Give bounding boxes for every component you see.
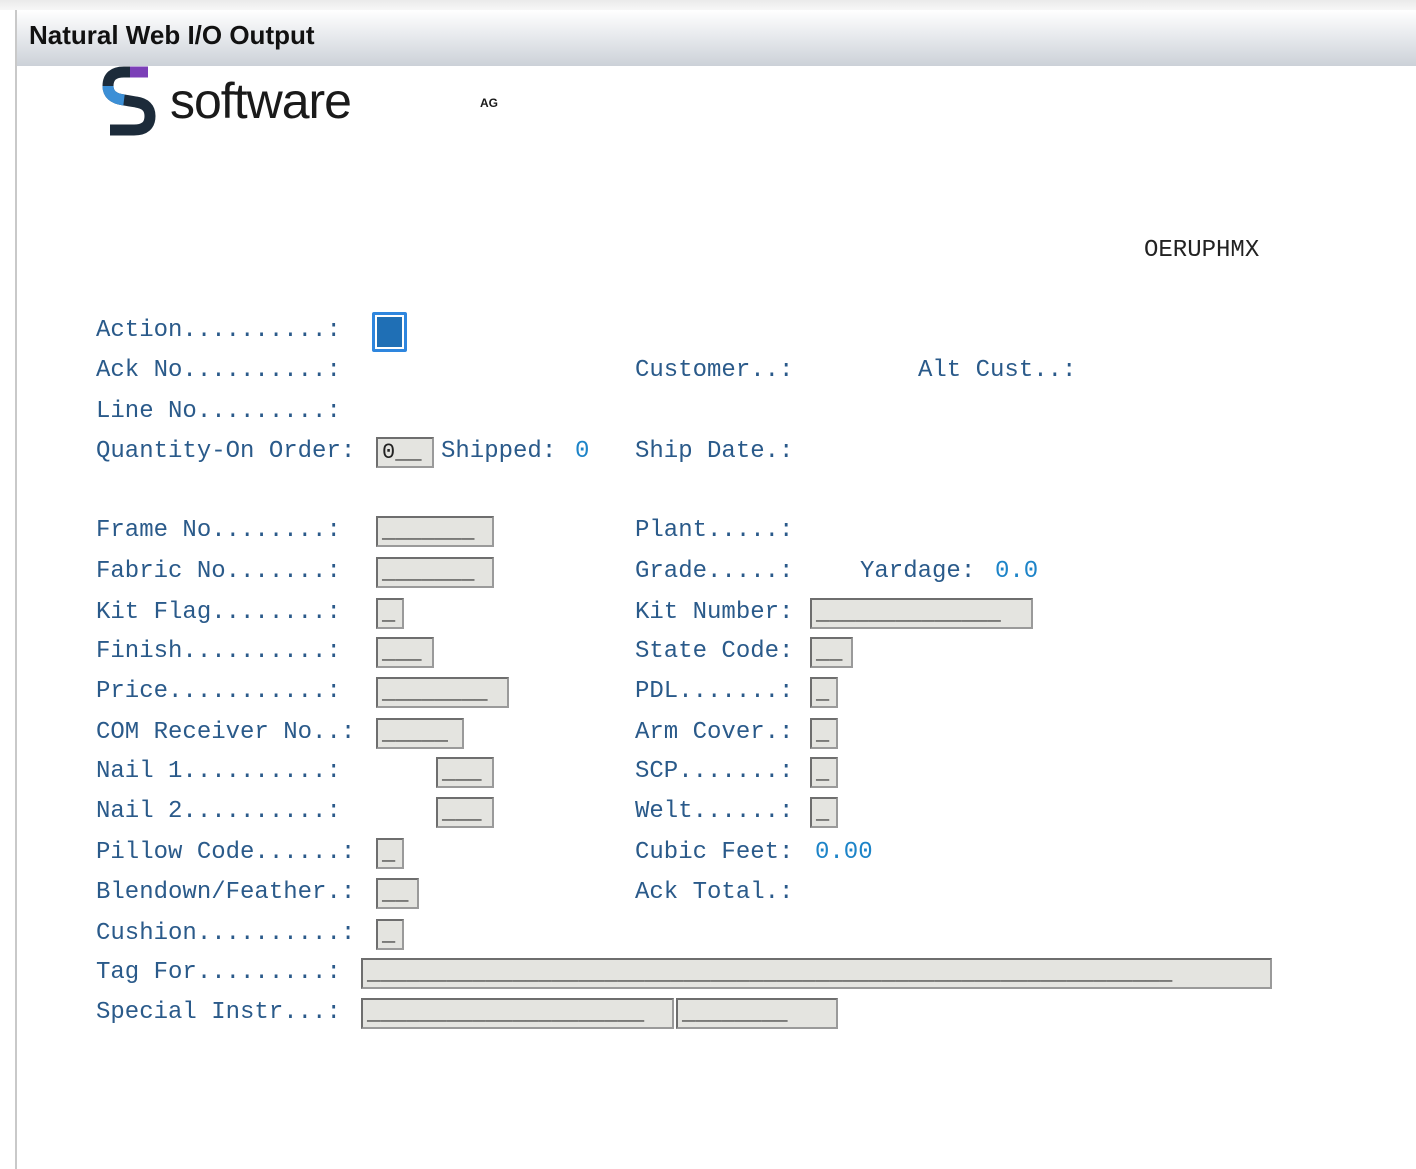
cursor-block (377, 317, 402, 347)
com-receiver-input[interactable]: _____ (376, 718, 464, 749)
price-label: Price...........: (96, 678, 341, 705)
logo-wordmark: software (170, 73, 352, 129)
shipped-label: Shipped: (441, 438, 557, 465)
nail1-label: Nail 1..........: (96, 758, 341, 785)
qty-on-order-label: Quantity-On Order: (96, 438, 356, 465)
finish-label: Finish..........: (96, 638, 341, 665)
pdl-input[interactable]: _ (810, 677, 838, 708)
kit-flag-label: Kit Flag........: (96, 599, 341, 626)
window-title: Natural Web I/O Output (29, 20, 315, 50)
arm-cover-input[interactable]: _ (810, 718, 838, 749)
cubic-feet-value: 0.00 (815, 839, 873, 866)
blendown-input[interactable]: __ (376, 878, 419, 909)
welt-label: Welt......: (635, 798, 794, 825)
logo-ag-suffix: AG (480, 96, 498, 110)
fabric-no-input[interactable]: _______ (376, 557, 494, 588)
scp-input[interactable]: _ (810, 757, 838, 788)
yardage-label: Yardage: (860, 558, 976, 585)
shipped-value: 0 (575, 438, 590, 465)
top-strip (0, 0, 1416, 10)
alt-cust-label: Alt Cust..: (918, 357, 1077, 384)
yardage-value: 0.0 (995, 558, 1039, 585)
ack-no-label: Ack No..........: (96, 357, 341, 384)
state-code-input[interactable]: __ (810, 637, 853, 668)
title-bar: Natural Web I/O Output (17, 10, 1416, 66)
blendown-label: Blendown/Feather.: (96, 879, 356, 906)
ship-date-label: Ship Date.: (635, 438, 794, 465)
plant-label: Plant.....: (635, 517, 794, 544)
finish-input[interactable]: ___ (376, 637, 434, 668)
scp-label: SCP.......: (635, 758, 794, 785)
frame-no-label: Frame No........: (96, 517, 341, 544)
action-input[interactable] (372, 312, 407, 352)
com-receiver-label: COM Receiver No..: (96, 719, 356, 746)
nail2-label: Nail 2..........: (96, 798, 341, 825)
welt-input[interactable]: _ (810, 797, 838, 828)
software-s-icon (102, 66, 156, 136)
qty-on-order-input[interactable]: 0__ (376, 437, 434, 468)
price-input[interactable]: ________ (376, 677, 509, 708)
tag-for-label: Tag For.........: (96, 959, 341, 986)
pillow-code-input[interactable]: _ (376, 838, 404, 869)
nail2-input[interactable]: ___ (436, 797, 494, 828)
special-instr-input-1[interactable]: _____________________ (361, 998, 674, 1029)
nail1-input[interactable]: ___ (436, 757, 494, 788)
grade-label: Grade.....: (635, 558, 794, 585)
fabric-no-label: Fabric No.......: (96, 558, 341, 585)
window-left-border (15, 10, 17, 1169)
ack-total-label: Ack Total.: (635, 879, 794, 906)
cushion-label: Cushion..........: (96, 920, 356, 947)
action-label: Action..........: (96, 317, 341, 344)
line-no-label: Line No.........: (96, 398, 341, 425)
kit-number-input[interactable]: ______________ (810, 598, 1033, 629)
pillow-code-label: Pillow Code......: (96, 839, 356, 866)
program-id: OERUPHMX (1144, 237, 1260, 264)
special-instr-label: Special Instr...: (96, 999, 341, 1026)
state-code-label: State Code: (635, 638, 794, 665)
kit-flag-input[interactable]: _ (376, 598, 404, 629)
special-instr-input-2[interactable]: ________ (676, 998, 838, 1029)
tag-for-input[interactable]: ________________________________________… (361, 958, 1272, 989)
frame-no-input[interactable]: _______ (376, 516, 494, 547)
kit-number-label: Kit Number: (635, 599, 794, 626)
cubic-feet-label: Cubic Feet: (635, 839, 794, 866)
arm-cover-label: Arm Cover.: (635, 719, 794, 746)
pdl-label: PDL.......: (635, 678, 794, 705)
customer-label: Customer..: (635, 357, 794, 384)
cushion-input[interactable]: _ (376, 919, 404, 950)
